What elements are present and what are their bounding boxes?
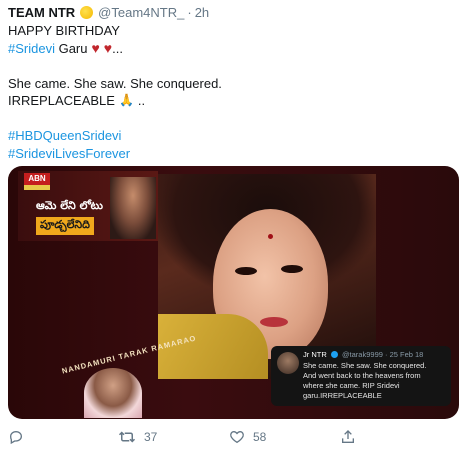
- reply-icon: [9, 430, 23, 445]
- ntr-thumbnail: [110, 177, 156, 239]
- text-line: #Sridevi Garu ♥ ♥ ...: [8, 40, 458, 58]
- tweet[interactable]: TEAM NTR @Team4NTR_ · 2h HAPPY BIRTHDAY …: [0, 0, 467, 450]
- hashtag-sridevilivesforever[interactable]: #SrideviLivesForever: [8, 145, 130, 163]
- hashtag-sridevi[interactable]: #Sridevi: [8, 40, 55, 58]
- display-name[interactable]: TEAM NTR: [8, 5, 75, 20]
- share-icon: [342, 430, 354, 443]
- telugu-caption-2: పూడ్చలేనిది: [36, 217, 94, 235]
- text-irreplaceable: IRREPLACEABLE: [8, 93, 115, 108]
- verified-icon: [330, 351, 338, 358]
- retweet-icon: [118, 431, 136, 443]
- text-garu: Garu: [54, 40, 88, 56]
- heart-icon: ♥: [91, 39, 100, 56]
- avatar: [277, 352, 299, 374]
- embedded-line: And went back to the heavens from: [303, 371, 421, 380]
- text-ellipsis: ...: [112, 40, 123, 56]
- text-line: HAPPY BIRTHDAY: [8, 22, 458, 40]
- pray-icon: 🙏: [118, 93, 134, 107]
- like-icon: [230, 430, 244, 444]
- sun-emoji-icon: [80, 5, 94, 19]
- telugu-caption-1: ఆమె లేని లోటు: [36, 199, 103, 212]
- text-line: She came. She saw. She conquered.: [8, 75, 458, 93]
- embedded-tweet: Jr NTR @tarak9999 · 25 Feb 18 She came. …: [271, 346, 451, 406]
- timestamp[interactable]: 2h: [195, 5, 209, 20]
- embedded-line: garu.IRREPLACEABLE: [303, 391, 382, 400]
- tweet-header: TEAM NTR @Team4NTR_ · 2h: [8, 3, 209, 21]
- embedded-line: She came. She saw. She conquered.: [303, 361, 427, 370]
- user-handle[interactable]: @Team4NTR_: [98, 5, 184, 20]
- hashtag-hbdqueensridevi[interactable]: #HBDQueenSridevi: [8, 127, 121, 145]
- text-came-saw-conquered: She came. She saw. She conquered.: [8, 75, 222, 91]
- retweet-button[interactable]: 37: [118, 427, 157, 447]
- embedded-line: where she came. RIP Sridevi: [303, 381, 400, 390]
- like-count: 58: [253, 430, 267, 444]
- share-button[interactable]: [340, 427, 356, 447]
- abn-news-clip: ABN ఆమె లేని లోటు పూడ్చలేనిది: [18, 171, 158, 241]
- text-happy-birthday: HAPPY BIRTHDAY: [8, 23, 120, 38]
- tweet-image[interactable]: ABN ఆమె లేని లోటు పూడ్చలేనిది NANDAMURI …: [8, 166, 459, 419]
- badge-photo: [84, 368, 142, 418]
- text-line: #HBDQueenSridevi: [8, 127, 458, 145]
- heart-icon: ♥: [103, 39, 113, 56]
- action-bar: 37 58: [8, 427, 459, 447]
- abn-logo: ABN: [24, 173, 50, 185]
- text-line: IRREPLACEABLE 🙏 ..: [8, 92, 458, 110]
- text-line: #SrideviLivesForever: [8, 145, 458, 163]
- like-button[interactable]: 58: [229, 427, 266, 447]
- embedded-name: Jr NTR: [303, 350, 327, 359]
- reply-button[interactable]: [8, 427, 32, 447]
- tweet-text: HAPPY BIRTHDAY #Sridevi Garu ♥ ♥ ... She…: [8, 22, 458, 162]
- retweet-count: 37: [144, 430, 158, 444]
- separator: ·: [187, 4, 192, 20]
- ntr-badge: NANDAMURI TARAK RAMARAO: [58, 333, 197, 418]
- text-ellipsis: ..: [137, 93, 146, 108]
- embedded-header: Jr NTR @tarak9999 · 25 Feb 18: [303, 350, 445, 359]
- embedded-meta: @tarak9999 · 25 Feb 18: [341, 350, 424, 359]
